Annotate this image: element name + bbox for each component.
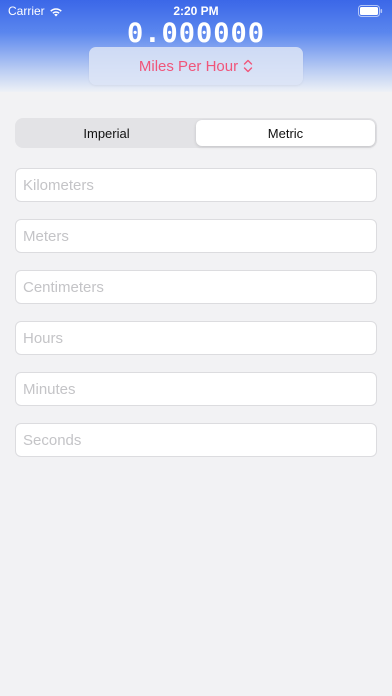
centimeters-field[interactable] (15, 270, 377, 304)
unit-system-segmented-control: Imperial Metric (15, 118, 377, 148)
seconds-field[interactable] (15, 423, 377, 457)
chevron-up-down-icon (243, 59, 253, 73)
result-value: 0.000000 (126, 18, 266, 49)
segment-imperial[interactable]: Imperial (17, 120, 196, 146)
hours-field[interactable] (15, 321, 377, 355)
segment-metric[interactable]: Metric (196, 120, 375, 146)
meters-field[interactable] (15, 219, 377, 253)
unit-selector-label: Miles Per Hour (138, 57, 239, 75)
screen: Carrier 2:20 PM 0.000000 Miles Per Hour … (0, 0, 392, 696)
status-time: 2:20 PM (173, 4, 219, 18)
kilometers-field[interactable] (15, 168, 377, 202)
minutes-field[interactable] (15, 372, 377, 406)
unit-selector-button[interactable]: Miles Per Hour (89, 47, 303, 85)
battery-icon (358, 5, 383, 17)
